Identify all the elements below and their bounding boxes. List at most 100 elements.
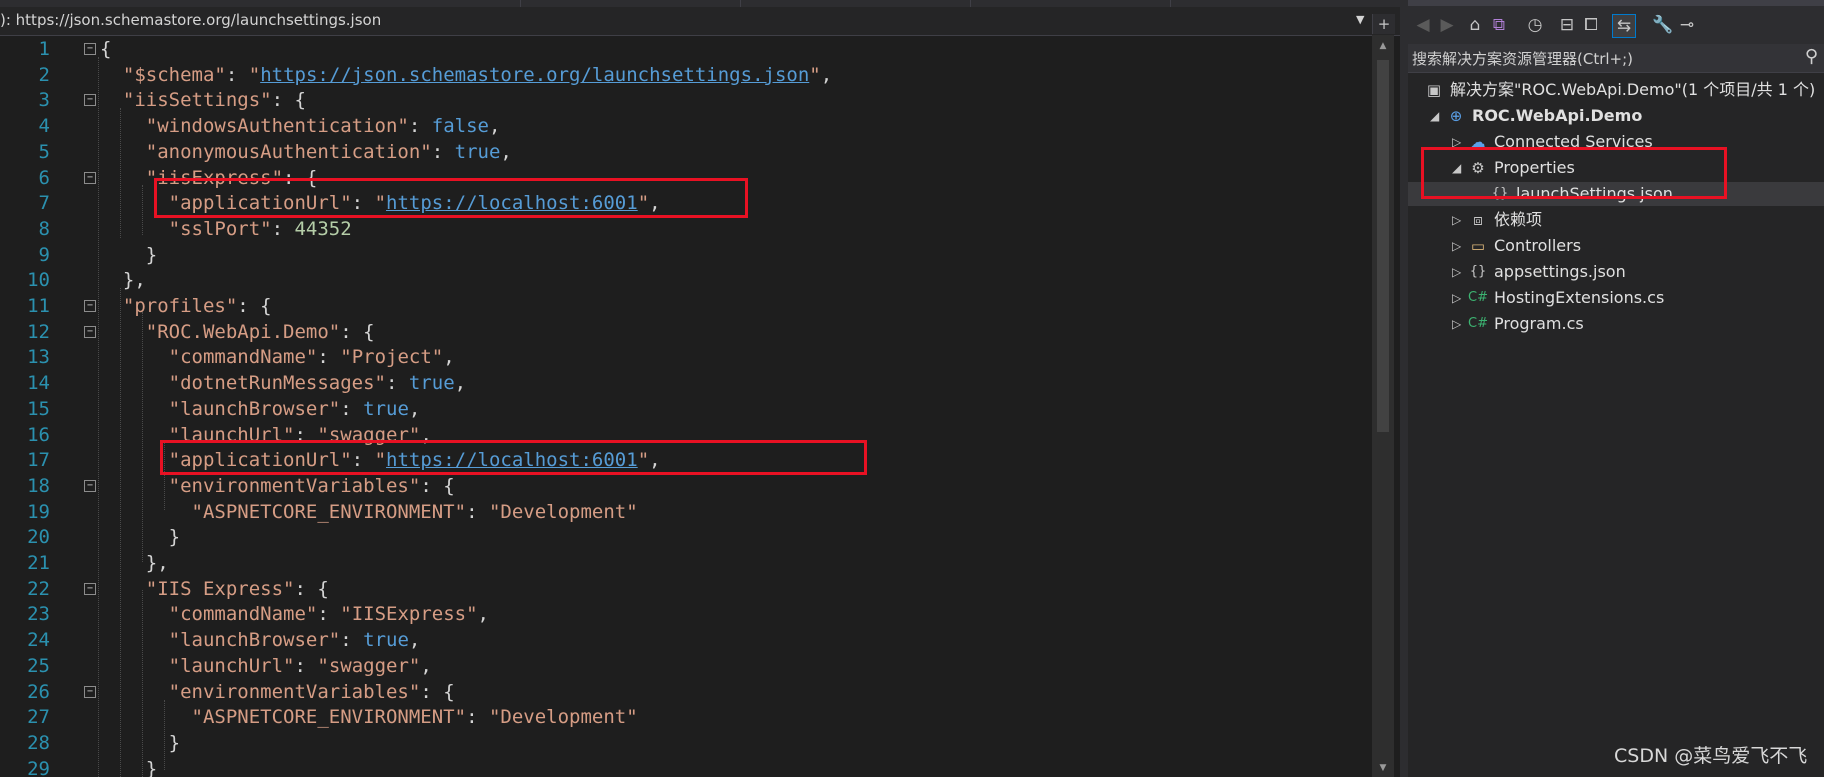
collapse-icon[interactable]: − [84,325,96,338]
chevron-down-icon[interactable]: ▼ [1356,13,1364,26]
code-line[interactable]: 9 } [0,243,1370,269]
collapse-icon[interactable]: − [84,685,96,698]
json-key-token: "windowsAuthentication" [145,115,409,138]
indent-guide [98,57,99,777]
vs-switch-views-icon[interactable]: ⧉ [1488,14,1510,36]
code-line[interactable]: 26 − "environmentVariables": { [0,680,1370,706]
document-tab[interactable] [0,0,521,7]
code-line[interactable]: 8 "sslPort": 44352 [0,217,1370,243]
code-line[interactable]: 12 − "ROC.WebApi.Demo": { [0,320,1370,346]
code-line[interactable]: 27 "ASPNETCORE_ENVIRONMENT": "Developmen… [0,705,1370,731]
code-text: "ASPNETCORE_ENVIRONMENT": "Development" [100,705,638,731]
code-line[interactable]: 15 "launchBrowser": true, [0,397,1370,423]
code-line[interactable]: 1 −{ [0,37,1370,63]
code-line[interactable]: 20 } [0,525,1370,551]
search-icon[interactable]: ⚲ [1805,46,1818,67]
code-line[interactable]: 3 − "iisSettings": { [0,88,1370,114]
collapsed-arrow-icon[interactable]: ▷ [1452,312,1461,336]
document-tab[interactable] [520,0,741,7]
code-line[interactable]: 28 } [0,731,1370,757]
url-link[interactable]: https://json.schemastore.org/launchsetti… [260,64,809,86]
pending-changes-filter-icon[interactable]: ◷ [1524,14,1546,36]
collapse-icon[interactable]: − [84,582,96,595]
tree-node[interactable]: ▷ C# Program.cs [1408,312,1824,336]
code-line[interactable]: 21 }, [0,551,1370,577]
code-line[interactable]: 25 "launchUrl": "swagger", [0,654,1370,680]
code-line[interactable]: 13 "commandName": "Project", [0,345,1370,371]
punctuation-token: : { [420,474,455,497]
code-line[interactable]: 10 }, [0,268,1370,294]
collapsed-arrow-icon[interactable]: ▷ [1452,234,1461,258]
preview-selected-icon[interactable]: ⊸ [1676,14,1698,36]
punctuation-token: : [408,115,432,138]
expanded-arrow-icon[interactable]: ◢ [1430,104,1439,128]
line-number: 8 [38,217,50,240]
code-line[interactable]: 14 "dotnetRunMessages": true, [0,371,1370,397]
punctuation-token [100,501,192,523]
show-all-files-icon[interactable]: ⧠ [1580,14,1602,36]
collapsed-arrow-icon[interactable]: ▷ [1452,286,1461,310]
code-line[interactable]: 5 "anonymousAuthentication": true, [0,140,1370,166]
collapse-icon[interactable]: − [84,94,96,107]
solution-explorer[interactable]: ◀ ▶ ⌂ ⧉ ◷ ⊟ ⧠ ⇆ 🔧 ⊸ 搜索解决方案资源管理器(Ctrl+;) … [1408,0,1824,777]
tree-node[interactable]: ▷ ⧈ 依赖项 [1408,208,1824,232]
home-icon[interactable]: ⌂ [1464,14,1486,36]
code-line[interactable]: 2 "$schema": "https://json.schemastore.o… [0,63,1370,89]
line-number: 4 [38,115,50,138]
pane-splitter[interactable] [1400,0,1408,777]
collapse-icon[interactable]: − [84,171,96,184]
code-line[interactable]: 29 } [0,757,1370,777]
scroll-up-arrow-icon[interactable]: ▲ [1372,37,1394,55]
line-number: 28 [27,731,50,754]
schema-navigation-bar[interactable]: ): https://json.schemastore.org/launchse… [0,7,1400,36]
code-line[interactable]: 18 − "environmentVariables": { [0,474,1370,500]
back-icon[interactable]: ◀ [1412,14,1434,36]
code-line[interactable]: 19 "ASPNETCORE_ENVIRONMENT": "Developmen… [0,500,1370,526]
code-line[interactable]: 4 "windowsAuthentication": false, [0,114,1370,140]
sync-active-document-icon[interactable]: ⇆ [1612,14,1636,38]
tree-node[interactable]: ▷ {} appsettings.json [1408,260,1824,284]
code-editor[interactable]: ): https://json.schemastore.org/launchse… [0,0,1400,777]
punctuation-token [100,64,123,86]
collapse-icon[interactable]: − [84,479,96,492]
collapsed-arrow-icon[interactable]: ▷ [1452,208,1461,232]
indent-guide [164,700,165,770]
punctuation-token: : [385,372,409,395]
scroll-down-arrow-icon[interactable]: ▼ [1372,759,1394,777]
json-string-token: " [809,63,821,86]
vertical-scrollbar[interactable]: ▲ ▼ [1372,35,1394,777]
solution-search-input[interactable]: 搜索解决方案资源管理器(Ctrl+;) ⚲ [1408,44,1824,73]
tree-node[interactable]: ▣ 解决方案"ROC.WebApi.Demo"(1 个项目/共 1 个) [1408,78,1824,102]
code-line[interactable]: 24 "launchBrowser": true, [0,628,1370,654]
json-string-token: "Development" [488,706,638,729]
tree-node[interactable]: ▷ C# HostingExtensions.cs [1408,286,1824,310]
collapse-icon[interactable]: − [84,43,96,55]
punctuation-token: : [431,140,455,163]
forward-icon[interactable]: ▶ [1436,14,1458,36]
collapsed-arrow-icon[interactable]: ▷ [1452,260,1461,284]
collapse-icon[interactable]: − [84,300,96,312]
code-area[interactable]: 1−{2 "$schema": "https://json.schemastor… [0,35,1370,777]
code-text: } [100,243,157,269]
scrollbar-thumb[interactable] [1377,60,1389,432]
code-text: "commandName": "IISExpress", [100,602,489,628]
document-tab[interactable] [740,0,971,7]
document-tab-strip[interactable] [0,0,1400,7]
punctuation-token: , [820,63,833,86]
line-number: 3 [38,89,50,112]
code-text: "windowsAuthentication": false, [100,114,501,140]
code-line[interactable]: 11 − "profiles": { [0,294,1370,320]
tree-node[interactable]: ◢ ⊕ ROC.WebApi.Demo [1408,104,1824,128]
line-number: 2 [38,63,50,86]
properties-wrench-icon[interactable]: 🔧 [1652,14,1674,36]
split-icon[interactable]: + [1372,14,1395,34]
punctuation-token: } [100,526,181,549]
code-line[interactable]: 22 − "IIS Express": { [0,577,1370,603]
tree-node-label: ROC.WebApi.Demo [1472,106,1643,125]
punctuation-token [100,578,146,600]
collapse-all-icon[interactable]: ⊟ [1556,14,1578,36]
code-line[interactable]: 23 "commandName": "IISExpress", [0,602,1370,628]
document-tab[interactable] [970,0,1171,7]
line-number: 18 [27,474,50,497]
tree-node[interactable]: ▷ ▭ Controllers [1408,234,1824,258]
